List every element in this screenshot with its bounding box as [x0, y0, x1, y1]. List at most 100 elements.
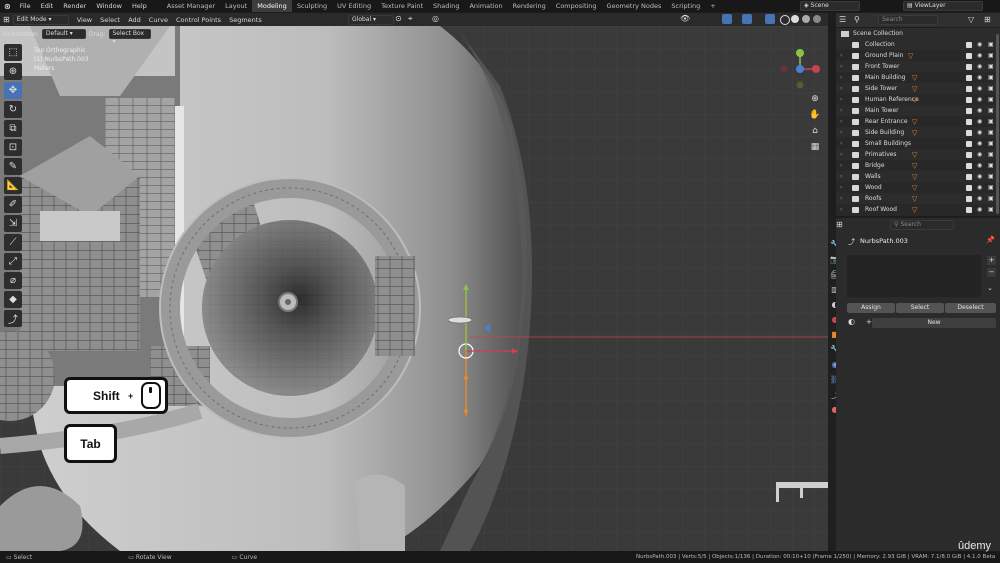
camera-icon[interactable]: ▣	[988, 184, 994, 191]
camera-icon[interactable]: ▣	[988, 96, 994, 103]
eye-icon[interactable]: ◉	[977, 74, 982, 81]
menu-edit[interactable]: Edit	[36, 2, 59, 10]
menu-control-points[interactable]: Control Points	[172, 16, 225, 24]
menu-curve[interactable]: Curve	[145, 16, 172, 24]
exclude-checkbox[interactable]	[966, 41, 972, 48]
expand-arrow-icon[interactable]: ›	[840, 162, 848, 169]
drag-dropdown[interactable]: Select Box ▾	[108, 29, 151, 45]
shading-rendered-icon[interactable]	[813, 15, 821, 23]
outliner-row[interactable]: › Human Reference ▽ ◉ ▣	[836, 94, 1000, 105]
add-workspace-button[interactable]: +	[705, 0, 720, 12]
tab-scripting[interactable]: Scripting	[666, 0, 705, 12]
eye-icon[interactable]: ◉	[977, 151, 982, 158]
new-collection-icon[interactable]: ⊞	[984, 15, 991, 24]
expand-arrow-icon[interactable]: ›	[840, 74, 848, 81]
outliner-row[interactable]: Collection ◉ ▣	[836, 39, 1000, 50]
eye-icon[interactable]: ◉	[977, 63, 982, 70]
exclude-checkbox[interactable]	[966, 52, 972, 59]
tab-geometry-nodes[interactable]: Geometry Nodes	[602, 0, 667, 12]
camera-view-icon[interactable]: ⌂	[808, 126, 822, 142]
editor-type-icon[interactable]: ⊞	[0, 15, 13, 24]
rotate-tool-icon[interactable]: ↻	[4, 101, 22, 118]
blender-logo-icon[interactable]: ⊛	[0, 2, 15, 11]
exclude-checkbox[interactable]	[966, 74, 972, 81]
outliner-scrollbar[interactable]	[996, 34, 999, 214]
expand-arrow-icon[interactable]: ›	[840, 129, 848, 136]
menu-add[interactable]: Add	[124, 16, 145, 24]
mode-dropdown[interactable]: Edit Mode ▾	[12, 14, 69, 25]
view-layer-selector[interactable]: ▤ ViewLayer	[903, 1, 983, 11]
pin-icon[interactable]: 📌	[986, 236, 995, 244]
curve-tool-icon[interactable]: ⤴	[4, 310, 22, 327]
pivot-icon[interactable]: ⊙	[395, 14, 402, 23]
exclude-checkbox[interactable]	[966, 162, 972, 169]
scene-selector[interactable]: ◈ Scene	[800, 1, 860, 11]
exclude-checkbox[interactable]	[966, 140, 972, 147]
eye-icon[interactable]: ◉	[977, 96, 982, 103]
add-slot-button[interactable]: +	[987, 256, 996, 265]
camera-icon[interactable]: ▣	[988, 129, 994, 136]
xray-toggle-icon[interactable]	[765, 14, 775, 24]
camera-icon[interactable]: ▣	[988, 107, 994, 114]
outliner-search-input[interactable]: Search	[878, 15, 938, 25]
exclude-checkbox[interactable]	[966, 118, 972, 125]
exclude-checkbox[interactable]	[966, 107, 972, 114]
tab-rendering[interactable]: Rendering	[508, 0, 551, 12]
exclude-checkbox[interactable]	[966, 184, 972, 191]
outliner-row[interactable]: › Wood ▽ ◉ ▣	[836, 182, 1000, 193]
expand-arrow-icon[interactable]: ›	[840, 151, 848, 158]
camera-icon[interactable]: ▣	[988, 195, 994, 202]
radius-tool-icon[interactable]: ⌀	[4, 272, 22, 289]
shading-material-icon[interactable]	[802, 15, 810, 23]
camera-icon[interactable]: ▣	[988, 63, 994, 70]
camera-icon[interactable]: ▣	[988, 162, 994, 169]
exclude-checkbox[interactable]	[966, 195, 972, 202]
outliner-row[interactable]: › Ground Plain ▽ ◉ ▣	[836, 50, 1000, 61]
properties-search-input[interactable]: ⚲ Search	[890, 220, 954, 230]
outliner-row[interactable]: › Roof Wood ▽ ◉ ▣	[836, 204, 1000, 215]
pen-tool-icon[interactable]: ⟋	[4, 234, 22, 251]
tab-layout[interactable]: Layout	[220, 0, 252, 12]
cursor-tool-icon[interactable]: ⊕	[4, 63, 22, 80]
camera-icon[interactable]: ▣	[988, 140, 994, 147]
exclude-checkbox[interactable]	[966, 63, 972, 70]
outliner-row[interactable]: › Side Building ▽ ◉ ▣	[836, 127, 1000, 138]
exclude-checkbox[interactable]	[966, 129, 972, 136]
assign-button[interactable]: Assign	[847, 303, 895, 313]
eye-icon[interactable]: ◉	[977, 107, 982, 114]
tab-uv-editing[interactable]: UV Editing	[332, 0, 376, 12]
outliner-root[interactable]: Scene Collection	[836, 28, 1000, 39]
eye-icon[interactable]: ◉	[977, 162, 982, 169]
outliner-editor-icon[interactable]: ☰	[839, 15, 846, 24]
select-button[interactable]: Select	[896, 303, 944, 313]
tab-sculpting[interactable]: Sculpting	[292, 0, 332, 12]
camera-icon[interactable]: ▣	[988, 74, 994, 81]
exclude-checkbox[interactable]	[966, 85, 972, 92]
filter-icon[interactable]: ⚲	[854, 15, 860, 24]
expand-arrow-icon[interactable]: ›	[840, 52, 848, 59]
ortho-grid-icon[interactable]: ▦	[808, 142, 822, 158]
tab-texture-paint[interactable]: Texture Paint	[376, 0, 428, 12]
camera-icon[interactable]: ▣	[988, 41, 994, 48]
move-tool-icon[interactable]: ✥	[4, 82, 22, 99]
new-material-button[interactable]: New	[872, 318, 996, 328]
outliner-row[interactable]: › Primatives ▽ ◉ ▣	[836, 149, 1000, 160]
expand-arrow-icon[interactable]: ›	[840, 85, 848, 92]
expand-arrow-icon[interactable]: ›	[840, 195, 848, 202]
outliner-row[interactable]: › Main Building ▽ ◉ ▣	[836, 72, 1000, 83]
expand-arrow-icon[interactable]: ›	[840, 184, 848, 191]
properties-editor-icon[interactable]: ⊞	[836, 220, 843, 229]
expand-arrow-icon[interactable]: ›	[840, 107, 848, 114]
outliner-row[interactable]: › Rear Entrance ▽ ◉ ▣	[836, 116, 1000, 127]
outliner-row[interactable]: › Bridge ▽ ◉ ▣	[836, 160, 1000, 171]
outliner-row[interactable]: › Walls ▽ ◉ ▣	[836, 171, 1000, 182]
camera-icon[interactable]: ▣	[988, 206, 994, 213]
menu-help[interactable]: Help	[127, 2, 152, 10]
gizmo-toggle-icon[interactable]	[722, 14, 732, 24]
menu-view[interactable]: View	[73, 16, 96, 24]
camera-icon[interactable]: ▣	[988, 118, 994, 125]
exclude-checkbox[interactable]	[966, 96, 972, 103]
eye-icon[interactable]: ◉	[977, 41, 982, 48]
material-slots-list[interactable]	[847, 255, 981, 297]
eye-icon[interactable]: ◉	[977, 173, 982, 180]
